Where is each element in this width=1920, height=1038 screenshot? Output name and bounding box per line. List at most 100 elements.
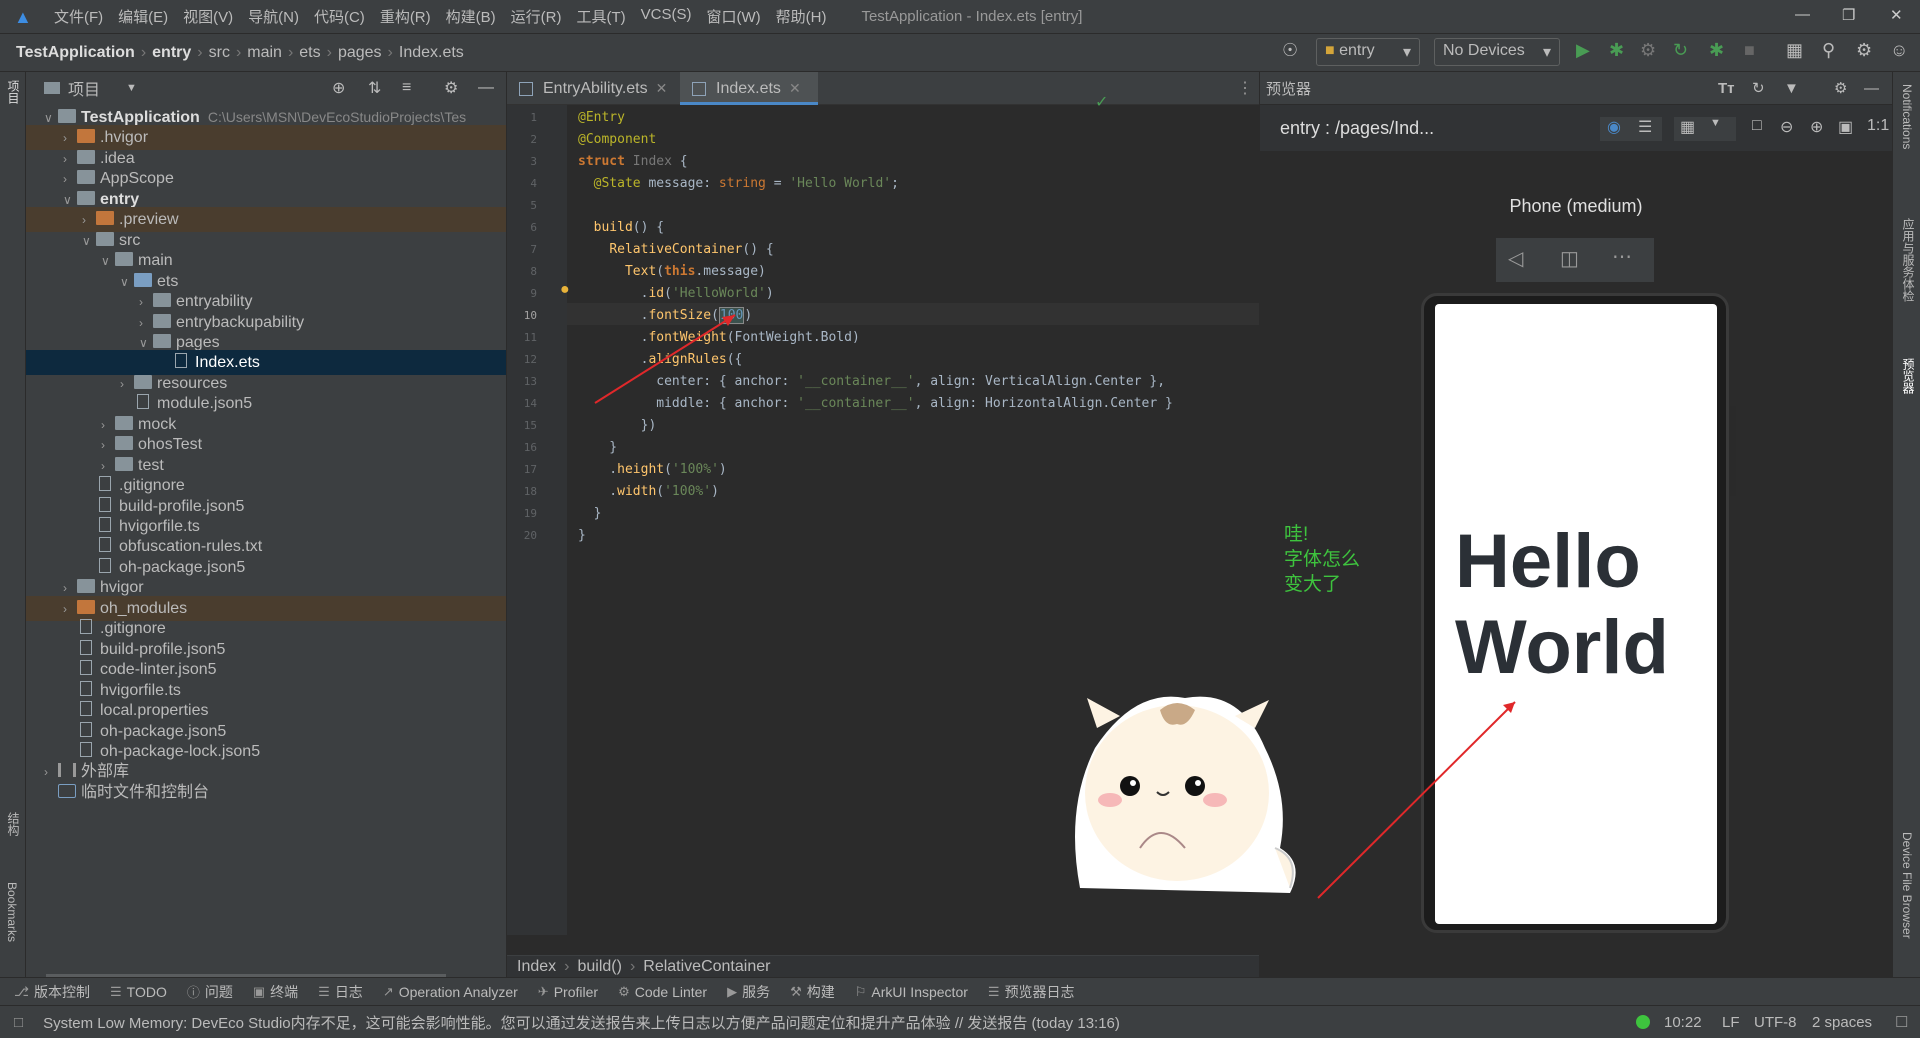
menu-item-8[interactable]: 工具(T) — [576, 6, 625, 27]
tool-window-6[interactable]: ✈ Profiler — [538, 984, 598, 1000]
strip-device-file-browser[interactable]: Device File Browser — [1900, 832, 1914, 939]
menu-item-10[interactable]: 窗口(W) — [706, 6, 760, 27]
project-view-label[interactable]: 项目 — [68, 76, 100, 100]
chevron-down-icon[interactable]: ▼ — [1710, 117, 1721, 129]
menu-item-1[interactable]: 编辑(E) — [118, 6, 168, 27]
zoom-out-icon[interactable]: ⊖ — [1780, 117, 1793, 137]
cat-sticker — [1075, 696, 1296, 893]
strip-notifications[interactable]: Notifications — [1900, 84, 1914, 149]
tool-window-10[interactable]: ⚐ ArkUI Inspector — [855, 984, 968, 1000]
footer-crumb-index[interactable]: Index — [517, 958, 556, 976]
menu-item-2[interactable]: 视图(V) — [183, 6, 233, 27]
collapse-all-icon[interactable]: ≡ — [402, 79, 411, 97]
tool-window-2[interactable]: ⓘ 问题 — [187, 982, 233, 1002]
tool-window-0[interactable]: ⎇ 版本控制 — [14, 982, 90, 1002]
refresh-icon[interactable]: ↻ — [1752, 79, 1765, 97]
phone-screen[interactable]: Hello World — [1435, 304, 1717, 924]
chevron-down-icon[interactable]: ▼ — [126, 82, 137, 94]
strip-bookmarks[interactable]: Bookmarks — [5, 882, 19, 942]
lightbulb-icon[interactable]: ● — [560, 281, 570, 299]
layers-icon[interactable]: ☰ — [1638, 117, 1652, 137]
line-separator[interactable]: LF — [1722, 1014, 1740, 1031]
tool-window-4[interactable]: ☰ 日志 — [318, 982, 363, 1002]
profile-icon[interactable]: ⚙ — [1640, 40, 1656, 61]
locate-icon[interactable]: ⊕ — [332, 78, 345, 98]
project-structure-icon[interactable]: ▦ — [1786, 40, 1803, 61]
tool-window-3[interactable]: ▣ 终端 — [253, 982, 298, 1002]
close-tab-icon[interactable]: ✕ — [656, 80, 668, 96]
actual-size-icon[interactable]: 1:1 — [1867, 117, 1889, 135]
rotate-icon[interactable]: ◫ — [1560, 246, 1579, 271]
tool-window-11[interactable]: ☰ 预览器日志 — [988, 982, 1075, 1002]
more-icon[interactable]: ⋮ — [1237, 78, 1253, 98]
breadcrumb-item[interactable]: entry — [152, 44, 191, 62]
strip-project[interactable]: 项目 — [5, 80, 22, 104]
tab-entryability[interactable]: EntryAbility.ets ✕ — [507, 72, 679, 105]
apply-changes-icon[interactable]: ↻ — [1673, 40, 1688, 61]
search-icon[interactable]: ⚲ — [1822, 40, 1835, 61]
file-encoding[interactable]: UTF-8 — [1754, 1014, 1797, 1031]
menu-item-6[interactable]: 构建(B) — [446, 6, 496, 27]
menu-item-7[interactable]: 运行(R) — [511, 6, 562, 27]
breadcrumb-item[interactable]: ets — [299, 44, 320, 62]
tree-item-label: oh-package.json5 — [100, 722, 227, 740]
pin-icon[interactable]: ▼ — [1784, 80, 1799, 97]
target-icon[interactable]: ☉ — [1282, 40, 1298, 61]
close-tab-icon[interactable]: ✕ — [789, 80, 801, 96]
menu-item-9[interactable]: VCS(S) — [641, 6, 692, 27]
tool-window-7[interactable]: ⚙ Code Linter — [618, 984, 707, 1000]
tool-window-5[interactable]: ↗ Operation Analyzer — [383, 984, 518, 1000]
breadcrumb-item[interactable]: Index.ets — [399, 44, 464, 62]
menu-item-0[interactable]: 文件(F) — [54, 6, 103, 27]
tool-window-9[interactable]: ⚒ 构建 — [790, 982, 835, 1002]
layout-icon[interactable]: □ — [14, 1014, 23, 1031]
breadcrumb-item[interactable]: main — [247, 44, 282, 62]
stop-icon[interactable]: ■ — [1744, 40, 1755, 61]
tool-window-1[interactable]: ☰ TODO — [110, 984, 167, 1000]
settings-icon[interactable]: ⚙ — [1834, 79, 1847, 97]
inspector-icon[interactable]: ◉ — [1607, 117, 1621, 137]
fit-icon[interactable]: □ — [1752, 117, 1762, 135]
attach-debugger-icon[interactable]: ✱ — [1709, 40, 1724, 61]
indent-setting[interactable]: 2 spaces — [1812, 1014, 1872, 1031]
run-icon[interactable]: ▶ — [1576, 40, 1590, 61]
font-size-icon[interactable]: Tт — [1718, 80, 1735, 97]
tree-item-label: build-profile.json5 — [119, 497, 245, 515]
strip-app-check[interactable]: 应用与服务体检 — [1900, 218, 1917, 302]
menu-item-3[interactable]: 导航(N) — [248, 6, 299, 27]
minimize-icon[interactable]: — — [1795, 6, 1810, 23]
expand-all-icon[interactable]: ⇅ — [368, 78, 381, 98]
module-select[interactable]: ■ entry ▾ — [1316, 38, 1420, 66]
tree-item-label: .gitignore — [119, 477, 185, 495]
strip-structure[interactable]: 结构 — [5, 812, 22, 836]
caret-position[interactable]: 10:22 — [1664, 1014, 1702, 1031]
menu-item-11[interactable]: 帮助(H) — [776, 6, 827, 27]
breadcrumb-item[interactable]: src — [209, 44, 230, 62]
breadcrumb-item[interactable]: TestApplication — [16, 44, 135, 62]
settings-icon[interactable]: ⚙ — [444, 78, 458, 98]
menu-item-4[interactable]: 代码(C) — [314, 6, 365, 27]
grid-icon[interactable]: ▦ — [1680, 117, 1695, 137]
device-select[interactable]: No Devices ▾ — [1434, 38, 1560, 66]
tree-item[interactable]: 临时文件和控制台 — [26, 780, 506, 805]
footer-crumb-build[interactable]: build() — [577, 958, 621, 976]
footer-crumb-container[interactable]: RelativeContainer — [643, 958, 770, 976]
tool-window-8[interactable]: ▶ 服务 — [727, 982, 770, 1002]
tab-index[interactable]: Index.ets ✕ — [680, 72, 818, 105]
lock-icon[interactable]: ☐ — [1895, 1013, 1908, 1031]
menu-item-5[interactable]: 重构(R) — [380, 6, 431, 27]
debug-icon[interactable]: ✱ — [1609, 40, 1624, 61]
zoom-in-icon[interactable]: ⊕ — [1810, 117, 1823, 137]
more-icon[interactable]: ⋯ — [1612, 244, 1632, 269]
breadcrumb-item[interactable]: pages — [338, 44, 382, 62]
settings-icon[interactable]: ⚙ — [1856, 40, 1872, 61]
back-icon[interactable]: ◁ — [1508, 246, 1523, 271]
hide-icon[interactable]: — — [478, 79, 494, 97]
account-icon[interactable]: ☺ — [1890, 40, 1908, 61]
maximize-icon[interactable]: ❐ — [1842, 6, 1855, 24]
close-icon[interactable]: ✕ — [1890, 6, 1903, 24]
status-message[interactable]: System Low Memory: DevEco Studio内存不足，这可能… — [43, 1012, 1120, 1033]
fullscreen-icon[interactable]: ▣ — [1838, 117, 1853, 137]
strip-previewer[interactable]: 预览器 — [1900, 358, 1917, 394]
hide-icon[interactable]: — — [1864, 80, 1879, 97]
